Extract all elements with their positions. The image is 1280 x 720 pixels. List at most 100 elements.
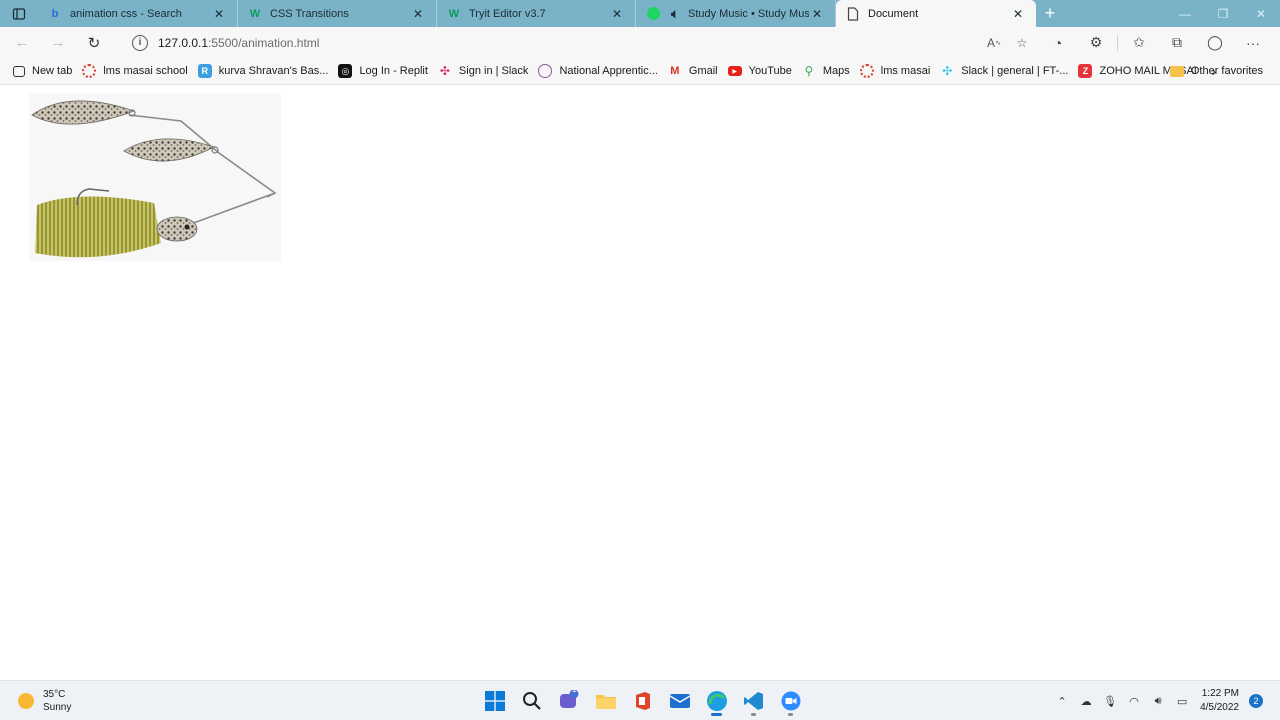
tab-title: animation css - Search xyxy=(70,7,182,20)
file-explorer-button[interactable] xyxy=(587,685,624,717)
teams-chat-button[interactable]: 1 xyxy=(550,685,587,717)
edge-button[interactable] xyxy=(698,685,735,717)
new-tab-icon xyxy=(13,65,25,77)
masai-icon xyxy=(859,64,874,78)
tab-study-music[interactable]: 🔈︎ Study Music • Study Music ✕ xyxy=(636,0,836,27)
close-icon[interactable]: ✕ xyxy=(211,6,227,22)
bookmark-maps[interactable]: ⚲ Maps xyxy=(797,60,855,82)
minimize-button[interactable]: — xyxy=(1166,0,1204,27)
bookmark-kurva-shravan[interactable]: Rkurva Shravan's Bas... xyxy=(193,60,334,82)
bookmark-label: lms masai xyxy=(880,65,931,77)
url-host: 127.0.0.1 xyxy=(158,35,209,50)
bookmark-label: YouTube xyxy=(748,65,792,77)
maps-icon: ⚲ xyxy=(804,64,814,78)
profile-icon[interactable]: ◯ xyxy=(1196,27,1234,58)
tab-document[interactable]: Document ✕ xyxy=(836,0,1036,27)
tab-css-transitions[interactable]: W CSS Transitions ✕ xyxy=(238,0,437,27)
volume-icon[interactable]: 🔊︎ xyxy=(1146,681,1170,720)
w3schools-icon: W xyxy=(448,7,460,20)
collections-icon[interactable]: ⧉ xyxy=(1158,27,1196,58)
battery-icon[interactable]: ▭ xyxy=(1170,681,1194,720)
folder-icon xyxy=(1169,65,1184,77)
masai-icon xyxy=(82,64,97,78)
vscode-button[interactable] xyxy=(735,685,772,717)
close-icon[interactable]: ✕ xyxy=(609,6,625,22)
weather-widget[interactable]: 35°C Sunny xyxy=(18,688,71,714)
cloud-icon[interactable]: ☁︎ xyxy=(1074,681,1098,720)
audio-playing-icon[interactable]: 🔈︎ xyxy=(668,6,682,21)
weather-condition: Sunny xyxy=(43,702,72,713)
close-icon[interactable]: ✕ xyxy=(410,6,426,22)
zoho-icon: Z xyxy=(1078,64,1093,78)
bookmark-replit[interactable]: ◎ Log In - Replit xyxy=(333,60,432,82)
running-app-indicator xyxy=(788,713,793,716)
restore-button[interactable]: ❐ xyxy=(1204,0,1242,27)
other-favorites[interactable]: Other favorites xyxy=(1165,60,1268,82)
wifi-icon[interactable]: ◠ xyxy=(1122,681,1146,720)
replit-doc-icon: R xyxy=(197,64,212,78)
bookmark-national-apprentice[interactable]: National Apprentic... xyxy=(533,60,662,82)
refresh-icon: ↻ xyxy=(87,34,101,52)
windows-taskbar: 35°C Sunny 1 ⌃ ☁︎ 🎙︎ ◠ 🔊︎ ▭ 1:22 PM 4/5/… xyxy=(0,680,1280,720)
bookmark-lms-masai[interactable]: lms masai xyxy=(855,60,936,82)
tab-actions-icon xyxy=(12,7,26,20)
window-close-button[interactable]: ✕ xyxy=(1242,0,1280,27)
tab-actions-button[interactable] xyxy=(0,0,38,27)
close-icon[interactable]: ✕ xyxy=(1010,6,1026,22)
clock[interactable]: 1:22 PM 4/5/2022 xyxy=(1200,687,1239,715)
zoom-button[interactable] xyxy=(772,685,809,717)
clock-time: 1:22 PM xyxy=(1201,688,1239,699)
close-icon[interactable]: ✕ xyxy=(809,6,825,22)
spinnerbait-illustration xyxy=(31,100,277,258)
slack-icon: ✣ xyxy=(942,64,953,78)
microphone-icon[interactable]: 🎙︎ xyxy=(1098,681,1122,720)
site-info-icon[interactable]: i xyxy=(132,34,148,51)
slack-icon: ✣ xyxy=(439,64,450,78)
mail-button[interactable] xyxy=(661,685,698,717)
address-bar[interactable]: i 127.0.0.1:5500/animation.html A ∿ ☆ xyxy=(122,30,1042,55)
tab-title: Document xyxy=(868,7,919,20)
more-menu-icon[interactable]: ··· xyxy=(1234,27,1272,58)
weather-temp: 35°C xyxy=(43,689,66,700)
edge-icon xyxy=(706,691,727,711)
forward-button[interactable]: → xyxy=(40,27,76,58)
bookmark-label: kurva Shravan's Bas... xyxy=(218,65,329,77)
windows-logo-icon xyxy=(484,691,505,711)
read-aloud-icon[interactable]: A ∿ xyxy=(984,33,1004,53)
vscode-icon xyxy=(743,692,763,710)
arrow-left-icon: ← xyxy=(14,34,30,51)
replit-icon: ◎ xyxy=(338,64,353,78)
performance-icon[interactable]: ◔ xyxy=(1039,27,1077,58)
bookmark-slack-signin[interactable]: ✣ Sign in | Slack xyxy=(433,60,534,82)
bookmark-youtube[interactable]: ▶ YouTube xyxy=(723,60,797,82)
taskbar-apps: 1 xyxy=(476,685,809,717)
extensions-icon[interactable]: ⚙︎ xyxy=(1077,27,1115,58)
add-favorite-icon[interactable]: ☆ xyxy=(1012,33,1032,53)
url-path: :5500/animation.html xyxy=(208,35,320,50)
new-tab-button[interactable]: + xyxy=(1036,0,1064,27)
favorites-icon[interactable]: ✩ xyxy=(1120,27,1158,58)
bookmark-gmail[interactable]: M Gmail xyxy=(663,60,723,82)
zoom-icon xyxy=(781,691,800,711)
bookmark-lms-masai-school[interactable]: lms masai school xyxy=(77,60,192,82)
chevron-up-icon[interactable]: ⌃ xyxy=(1050,681,1074,720)
notification-badge[interactable]: 2 xyxy=(1249,694,1263,708)
bookmarks-bar: New tab lms masai school Rkurva Shravan'… xyxy=(0,58,1280,85)
bookmark-label: National Apprentic... xyxy=(559,65,658,77)
start-button[interactable] xyxy=(476,685,513,717)
tab-title: Study Music • Study Music xyxy=(688,7,809,20)
mail-icon xyxy=(669,694,690,708)
office-icon xyxy=(635,692,650,710)
clock-date: 4/5/2022 xyxy=(1200,702,1239,713)
office-button[interactable] xyxy=(624,685,661,717)
back-button[interactable]: ← xyxy=(4,27,40,58)
search-button[interactable] xyxy=(513,685,550,717)
plus-icon: + xyxy=(1044,3,1056,23)
bookmark-slack-general[interactable]: ✣ Slack | general | FT-... xyxy=(935,60,1073,82)
other-favorites-label: Other favorites xyxy=(1190,65,1263,77)
tab-search[interactable]: b animation css - Search ✕ xyxy=(38,0,238,27)
spotify-icon xyxy=(646,7,660,21)
bookmark-new-tab[interactable]: New tab xyxy=(8,60,77,82)
tab-tryit-editor[interactable]: W Tryit Editor v3.7 ✕ xyxy=(437,0,636,27)
refresh-button[interactable]: ↻ xyxy=(76,27,112,58)
